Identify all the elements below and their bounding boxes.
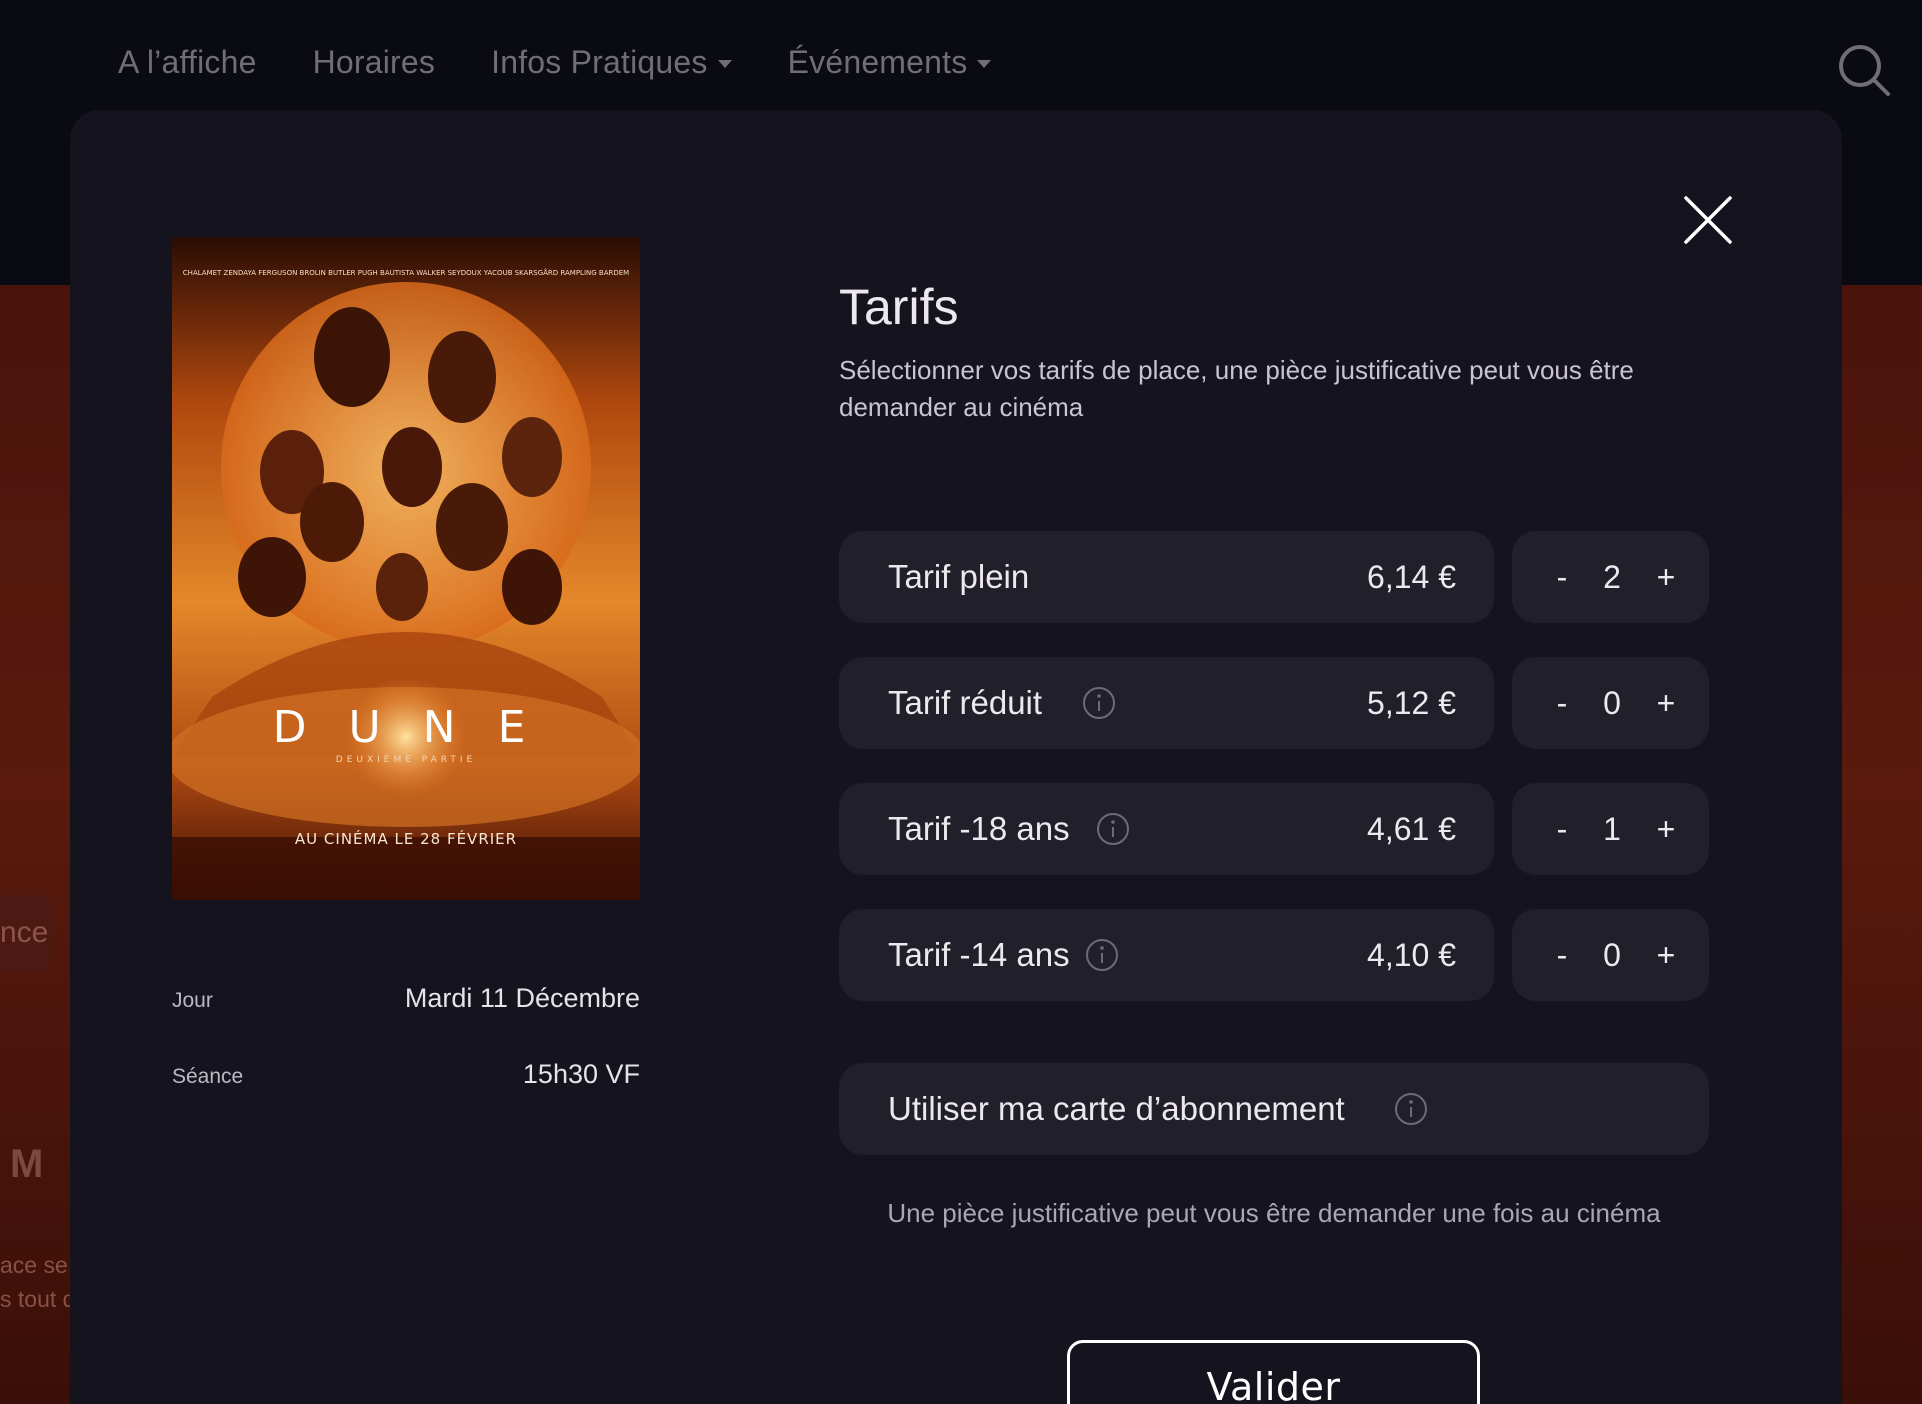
quantity-value: 1: [1603, 811, 1621, 847]
background-text: ace se s tout d: [0, 1252, 70, 1312]
session-time-row: Séance 15h30 VF: [172, 1059, 640, 1090]
background-button: nce: [0, 895, 52, 971]
tariff-row-14: Tarif -14 ans 4,10 € - 0 +: [839, 909, 1709, 1001]
session-day-label: Jour: [172, 989, 213, 1012]
tariff-card: Tarif réduit 5,12 €: [839, 657, 1494, 749]
tariff-price: 4,61 €: [1367, 811, 1456, 847]
nav-item-evenements[interactable]: Événements: [788, 44, 992, 81]
quantity-stepper: - 2 +: [1512, 531, 1709, 623]
quantity-stepper: - 1 +: [1512, 783, 1709, 875]
tariff-name: Tarif -14 ans: [888, 936, 1070, 973]
info-icon[interactable]: [1096, 812, 1130, 846]
nav-item-label: Événements: [787, 44, 968, 80]
chevron-down-icon: [717, 59, 732, 68]
increment-button[interactable]: +: [1646, 909, 1686, 1001]
nav-item-a-laffiche[interactable]: A l’affiche: [118, 44, 257, 81]
subscription-card-toggle[interactable]: Utiliser ma carte d’abonnement: [839, 1063, 1709, 1155]
quantity-value: 0: [1603, 685, 1621, 721]
session-day-value: Mardi 11 Décembre: [404, 983, 640, 1013]
search-icon[interactable]: [1836, 42, 1892, 98]
tariff-price: 5,12 €: [1367, 685, 1456, 721]
quantity-value: 2: [1603, 559, 1621, 595]
nav-item-label: A l’affiche: [118, 44, 257, 80]
poster-subtitle: DEUXIÈME PARTIE: [336, 753, 476, 765]
info-icon[interactable]: [1085, 938, 1119, 972]
close-icon[interactable]: [1680, 192, 1736, 248]
decrement-button[interactable]: -: [1542, 531, 1582, 623]
nav-item-infos-pratiques[interactable]: Infos Pratiques: [491, 44, 732, 81]
subscription-label: Utiliser ma carte d’abonnement: [888, 1090, 1345, 1127]
session-time-value: 15h30 VF: [522, 1059, 640, 1089]
tariff-row-18: Tarif -18 ans 4,61 € - 1 +: [839, 783, 1709, 875]
validate-button[interactable]: Valider: [1067, 1340, 1480, 1404]
increment-button[interactable]: +: [1646, 657, 1686, 749]
chevron-down-icon: [977, 59, 992, 68]
quantity-value: 0: [1603, 937, 1621, 973]
tariff-card: Tarif -14 ans 4,10 €: [839, 909, 1494, 1001]
decrement-button[interactable]: -: [1542, 657, 1582, 749]
movie-poster: CHALAMET ZENDAYA FERGUSON BROLIN BUTLER …: [172, 237, 640, 900]
quantity-stepper: - 0 +: [1512, 909, 1709, 1001]
modal-title: Tarifs: [839, 279, 959, 335]
poster-tagline: AU CINÉMA LE 28 FÉVRIER: [295, 829, 517, 848]
poster-title: D U N E: [273, 702, 540, 753]
tarif-modal: CHALAMET ZENDAYA FERGUSON BROLIN BUTLER …: [70, 110, 1842, 1404]
tariff-card: Tarif -18 ans 4,61 €: [839, 783, 1494, 875]
tariff-name: Tarif réduit: [888, 684, 1043, 721]
modal-subtitle: Sélectionner vos tarifs de place, une pi…: [839, 355, 1634, 422]
tariff-row-reduit: Tarif réduit 5,12 € - 0 +: [839, 657, 1709, 749]
tariff-price: 6,14 €: [1367, 559, 1456, 595]
background-heading: M: [10, 1142, 44, 1186]
justification-note: Une pièce justificative peut vous être d…: [887, 1198, 1661, 1228]
tariff-name: Tarif -18 ans: [888, 810, 1070, 847]
tariff-row-plein: Tarif plein 6,14 € - 2 +: [839, 531, 1709, 623]
tariff-card: Tarif plein 6,14 €: [839, 531, 1494, 623]
quantity-stepper: - 0 +: [1512, 657, 1709, 749]
session-day-row: Jour Mardi 11 Décembre: [172, 983, 640, 1014]
nav-item-label: Infos Pratiques: [491, 44, 708, 80]
increment-button[interactable]: +: [1646, 531, 1686, 623]
nav-item-label: Horaires: [312, 44, 436, 80]
decrement-button[interactable]: -: [1542, 783, 1582, 875]
svg-text:CHALAMET ZENDAYA FERGUSON BROL: CHALAMET ZENDAYA FERGUSON BROLIN BUTLER …: [183, 268, 629, 277]
session-time-label: Séance: [172, 1065, 244, 1088]
info-icon[interactable]: [1394, 1092, 1428, 1126]
info-icon[interactable]: [1082, 686, 1116, 720]
tariff-name: Tarif plein: [888, 558, 1030, 595]
main-navigation: A l’affiche Horaires Infos Pratiques Évé…: [118, 44, 1047, 81]
tariff-price: 4,10 €: [1367, 937, 1456, 973]
decrement-button[interactable]: -: [1542, 909, 1582, 1001]
increment-button[interactable]: +: [1646, 783, 1686, 875]
nav-item-horaires[interactable]: Horaires: [313, 44, 436, 81]
